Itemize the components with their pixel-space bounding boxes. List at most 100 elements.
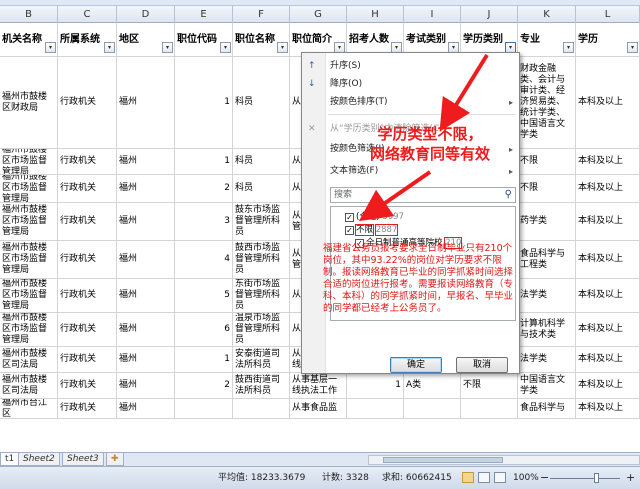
table-cell[interactable]: 从事基层一线执法工作	[290, 373, 347, 398]
col-header-b[interactable]: B	[0, 6, 58, 23]
table-cell[interactable]: 行政机关	[58, 175, 117, 202]
table-cell[interactable]: 行政机关	[58, 313, 117, 346]
table-cell[interactable]: 行政机关	[58, 279, 117, 312]
filter-dropdown-icon[interactable]: ▾	[104, 42, 115, 53]
table-cell[interactable]: 福州市台江区	[0, 399, 58, 418]
col-header-l[interactable]: L	[576, 6, 640, 23]
table-cell[interactable]: 计算机科学与技术类	[518, 313, 576, 346]
table-cell[interactable]: A类	[404, 373, 461, 398]
table-cell[interactable]: 不限	[518, 175, 576, 202]
table-cell[interactable]: 福州	[117, 373, 175, 398]
sheet-tab-1[interactable]: t1	[0, 453, 20, 466]
zoom-in-icon[interactable]: +	[626, 467, 635, 489]
table-cell[interactable]: 福州市鼓楼区市场监督管理局	[0, 175, 58, 202]
table-cell[interactable]: 本科及以上	[576, 175, 640, 202]
table-cell[interactable]: 安泰街道司法所科员	[233, 347, 290, 372]
table-cell[interactable]	[233, 399, 290, 418]
table-cell[interactable]: 福州市鼓楼区市场监督管理局	[0, 279, 58, 312]
table-cell[interactable]: 本科及以上	[576, 241, 640, 278]
filter-dropdown-icon[interactable]: ▾	[277, 42, 288, 53]
filter-dropdown-icon[interactable]: ▾	[220, 42, 231, 53]
menu-text-filters[interactable]: 文本筛选(F) ▸	[302, 163, 519, 180]
table-cell[interactable]: 行政机关	[58, 399, 117, 418]
table-cell[interactable]: 福州	[117, 241, 175, 278]
menu-sort-by-color[interactable]: 按颜色排序(T) ▸	[302, 94, 519, 111]
table-cell[interactable]: 福州市鼓楼区市场监督管理局	[0, 203, 58, 240]
table-cell[interactable]: 福州市鼓楼区司法局	[0, 373, 58, 398]
table-cell[interactable]: 5	[175, 279, 233, 312]
col-header-i[interactable]: I	[404, 6, 461, 23]
filter-dropdown-icon[interactable]: ▾	[563, 42, 574, 53]
table-cell[interactable]: 药学类	[518, 203, 576, 240]
table-cell[interactable]: 科员	[233, 149, 290, 174]
table-cell[interactable]	[347, 399, 404, 418]
table-cell[interactable]: 福州市鼓楼区司法局	[0, 347, 58, 372]
col-header-j[interactable]: J	[461, 6, 518, 23]
scrollbar-thumb[interactable]	[383, 457, 503, 463]
col-header-k[interactable]: K	[518, 6, 576, 23]
menu-sort-desc[interactable]: ↓ 降序(O)	[302, 76, 519, 93]
table-cell[interactable]: 福州市鼓楼区市场监督管理局	[0, 241, 58, 278]
table-cell[interactable]: 福州	[117, 203, 175, 240]
filter-dropdown-icon[interactable]: ▾	[162, 42, 173, 53]
zoom-out-icon[interactable]: −	[540, 467, 549, 489]
table-cell[interactable]: 1	[347, 373, 404, 398]
table-cell[interactable]	[175, 399, 233, 418]
table-cell[interactable]: 不限	[518, 149, 576, 174]
table-cell[interactable]: 2	[175, 175, 233, 202]
table-cell[interactable]: 法学类	[518, 347, 576, 372]
filter-dropdown-icon[interactable]: ▾	[627, 42, 638, 53]
menu-sort-asc[interactable]: ↑ 升序(S)	[302, 58, 519, 75]
zoom-level[interactable]: 100%	[513, 467, 539, 489]
table-cell[interactable]	[404, 399, 461, 418]
table-cell[interactable]: 不限	[461, 373, 518, 398]
table-cell[interactable]: 本科及以上	[576, 203, 640, 240]
table-cell[interactable]: 本科及以上	[576, 399, 640, 418]
table-cell[interactable]: 福州	[117, 313, 175, 346]
col-header-d[interactable]: D	[117, 6, 175, 23]
table-cell[interactable]: 鼓西市场监督管理所科员	[233, 241, 290, 278]
table-cell[interactable]: 食品科学与	[518, 399, 576, 418]
table-cell[interactable]: 科员	[233, 57, 290, 148]
table-cell[interactable]: 本科及以上	[576, 347, 640, 372]
checkbox-checked-icon[interactable]: ✓	[345, 213, 354, 222]
table-cell[interactable]: 行政机关	[58, 57, 117, 148]
checkbox-checked-icon[interactable]: ✓	[345, 226, 354, 235]
table-cell[interactable]: 1	[175, 149, 233, 174]
sheet-tab-3[interactable]: Sheet3	[62, 453, 104, 466]
table-cell[interactable]: 福州	[117, 175, 175, 202]
table-cell[interactable]: 6	[175, 313, 233, 346]
table-cell[interactable]: 1	[175, 57, 233, 148]
table-cell[interactable]: 行政机关	[58, 373, 117, 398]
table-cell[interactable]: 福州	[117, 279, 175, 312]
normal-view-icon[interactable]	[462, 472, 474, 483]
table-cell[interactable]: 中国语言文学类	[518, 373, 576, 398]
table-cell[interactable]: 本科及以上	[576, 373, 640, 398]
col-header-h[interactable]: H	[347, 6, 404, 23]
table-cell[interactable]: 行政机关	[58, 203, 117, 240]
table-cell[interactable]: 本科及以上	[576, 279, 640, 312]
table-cell[interactable]: 食品科学与工程类	[518, 241, 576, 278]
col-header-g[interactable]: G	[290, 6, 347, 23]
table-cell[interactable]: 3	[175, 203, 233, 240]
table-cell[interactable]: 福州	[117, 347, 175, 372]
cancel-button[interactable]: 取消	[456, 357, 508, 373]
table-cell[interactable]: 鼓东市场监督管理所科员	[233, 203, 290, 240]
col-header-f[interactable]: F	[233, 6, 290, 23]
table-cell[interactable]: 2	[175, 373, 233, 398]
zoom-slider-thumb[interactable]	[594, 473, 599, 483]
table-cell[interactable]: 财政金融类、会计与审计类、经济贸易类、统计学类、中国语言文学类	[518, 57, 576, 148]
table-cell[interactable]	[461, 399, 518, 418]
table-cell[interactable]: 东街市场监督管理所科员	[233, 279, 290, 312]
page-break-view-icon[interactable]	[494, 472, 506, 483]
table-cell[interactable]: 法学类	[518, 279, 576, 312]
table-cell[interactable]: 福州	[117, 399, 175, 418]
table-cell[interactable]: 本科及以上	[576, 149, 640, 174]
filter-dropdown-icon[interactable]: ▾	[45, 42, 56, 53]
table-cell[interactable]: 从事食品监	[290, 399, 347, 418]
table-cell[interactable]: 1	[175, 347, 233, 372]
zoom-slider[interactable]	[550, 478, 620, 479]
table-cell[interactable]: 4	[175, 241, 233, 278]
sheet-tab-2[interactable]: Sheet2	[18, 453, 60, 466]
table-cell[interactable]: 本科及以上	[576, 313, 640, 346]
